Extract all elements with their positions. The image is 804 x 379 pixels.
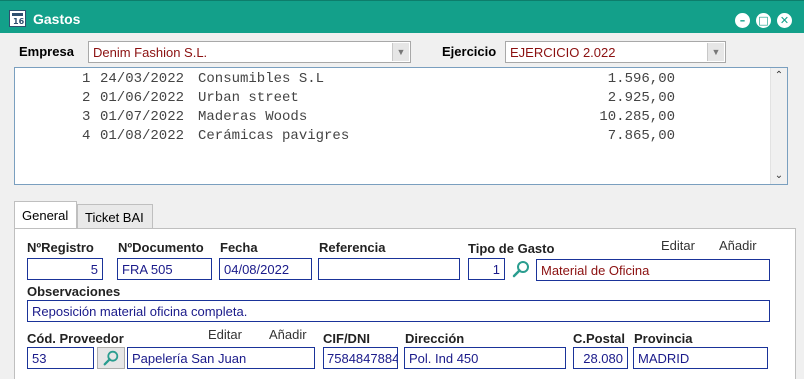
row-date: 01/06/2022 [100, 90, 185, 106]
scroll-up-icon[interactable]: ⌃ [771, 68, 787, 84]
minimize-icon[interactable]: – [735, 13, 750, 28]
window-title: Gastos [33, 11, 81, 27]
cod-proveedor-field[interactable]: 53 [27, 347, 94, 369]
ejercicio-select[interactable]: EJERCICIO 2.022 ▼ [505, 41, 726, 63]
tipo-gasto-label: Tipo de Gasto [468, 241, 555, 256]
chevron-down-icon[interactable]: ▼ [392, 43, 409, 61]
empresa-label: Empresa [19, 44, 74, 59]
row-name: Urban street [198, 90, 299, 106]
list-item[interactable]: 2 01/06/2022 Urban street 2.925,00 [15, 90, 765, 109]
row-number: 3 [82, 109, 91, 125]
scroll-down-icon[interactable]: ⌄ [771, 168, 787, 184]
maximize-icon[interactable]: □ [756, 13, 771, 28]
ndocumento-field[interactable]: FRA 505 [117, 258, 212, 280]
cpostal-field[interactable]: 28.080 [573, 347, 628, 369]
row-number: 4 [82, 128, 91, 144]
cod-proveedor-value: 53 [32, 351, 47, 366]
observaciones-value: Reposición material oficina completa. [32, 304, 248, 319]
row-amount: 7.865,00 [607, 128, 675, 144]
tab-ticket-bai[interactable]: Ticket BAI [77, 204, 153, 229]
cpostal-label: C.Postal [573, 331, 626, 346]
ndocumento-value: FRA 505 [122, 262, 173, 277]
row-number: 2 [82, 90, 91, 106]
direccion-field[interactable]: Pol. Ind 450 [404, 347, 566, 369]
referencia-field[interactable] [318, 258, 460, 280]
list-scrollbar[interactable]: ⌃ ⌄ [770, 68, 787, 184]
tipo-gasto-name-field[interactable]: Material de Oficina [536, 259, 770, 281]
direccion-value: Pol. Ind 450 [409, 351, 479, 366]
cod-proveedor-label: Cód. Proveedor [27, 331, 124, 346]
cif-field[interactable]: 7584847884 [323, 347, 398, 369]
fecha-field[interactable]: 04/08/2022 [219, 258, 312, 280]
row-amount: 1.596,00 [607, 71, 675, 87]
tipo-gasto-name: Material de Oficina [541, 263, 650, 278]
provincia-label: Provincia [634, 331, 693, 346]
nregistro-label: NºRegistro [27, 240, 94, 255]
search-icon[interactable] [511, 259, 531, 279]
ejercicio-label: Ejercicio [442, 44, 497, 59]
proveedor-anadir-link[interactable]: Añadir [269, 327, 307, 342]
observaciones-label: Observaciones [27, 284, 121, 299]
ejercicio-value: EJERCICIO 2.022 [510, 45, 616, 60]
provincia-value: MADRID [638, 351, 690, 366]
cpostal-value: 28.080 [583, 351, 623, 366]
calendar-icon: 16 [9, 10, 26, 27]
nregistro-field[interactable]: 5 [27, 258, 103, 280]
list-item[interactable]: 4 01/08/2022 Cerámicas pavigres 7.865,00 [15, 128, 765, 147]
row-amount: 10.285,00 [599, 109, 675, 125]
empresa-select[interactable]: Denim Fashion S.L. ▼ [88, 41, 411, 63]
list-item[interactable]: 3 01/07/2022 Maderas Woods 10.285,00 [15, 109, 765, 128]
fecha-value: 04/08/2022 [224, 262, 290, 277]
chevron-down-icon[interactable]: ▼ [707, 43, 724, 61]
cif-label: CIF/DNI [323, 331, 370, 346]
ndocumento-label: NºDocumento [118, 240, 204, 255]
proveedor-lookup-button[interactable] [97, 347, 125, 369]
row-date: 24/03/2022 [100, 71, 185, 87]
title-bar: 16 Gastos – □ ✕ [0, 0, 804, 33]
row-date: 01/07/2022 [100, 109, 185, 125]
row-name: Maderas Woods [198, 109, 308, 125]
tab-general[interactable]: General [14, 201, 77, 229]
list-item[interactable]: 1 24/03/2022 Consumibles S.L 1.596,00 [15, 71, 765, 90]
nregistro-value: 5 [90, 262, 98, 277]
fecha-label: Fecha [220, 240, 258, 255]
tipo-editar-link[interactable]: Editar [661, 238, 695, 253]
referencia-label: Referencia [319, 240, 386, 255]
tipo-gasto-code: 1 [492, 262, 500, 277]
observaciones-field[interactable]: Reposición material oficina completa. [27, 300, 770, 322]
proveedor-editar-link[interactable]: Editar [208, 327, 242, 342]
direccion-label: Dirección [405, 331, 465, 346]
row-name: Cerámicas pavigres [198, 128, 350, 144]
provincia-field[interactable]: MADRID [633, 347, 768, 369]
expense-list[interactable]: 1 24/03/2022 Consumibles S.L 1.596,00 2 … [14, 67, 788, 185]
row-amount: 2.925,00 [607, 90, 675, 106]
search-icon [103, 350, 119, 366]
row-date: 01/08/2022 [100, 128, 185, 144]
tipo-gasto-code-field[interactable]: 1 [468, 258, 505, 280]
row-number: 1 [82, 71, 91, 87]
row-name: Consumibles S.L [198, 71, 325, 87]
empresa-value: Denim Fashion S.L. [93, 45, 208, 60]
proveedor-name: Papelería San Juan [132, 351, 247, 366]
close-icon[interactable]: ✕ [777, 13, 792, 28]
tipo-anadir-link[interactable]: Añadir [719, 238, 757, 253]
proveedor-name-field[interactable]: Papelería San Juan [127, 347, 315, 369]
cif-value: 7584847884 [327, 351, 398, 366]
